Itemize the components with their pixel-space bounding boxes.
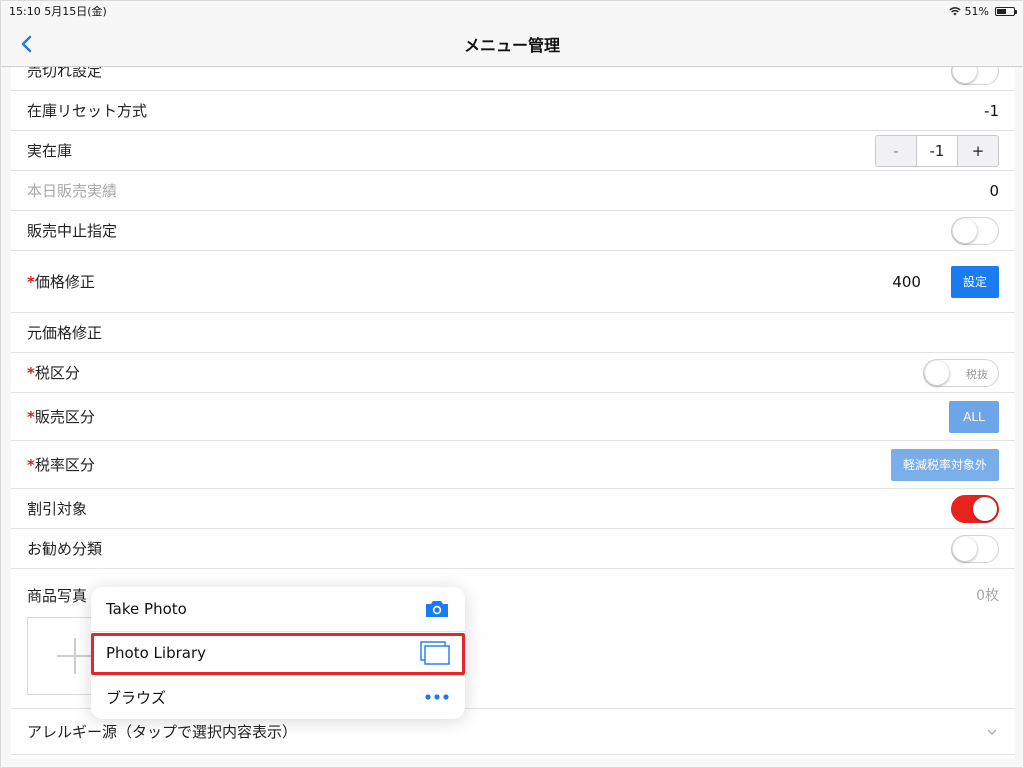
- tax-type-label: 税区分: [34, 364, 80, 382]
- row-label: 売切れ設定: [27, 67, 103, 80]
- row-sales-type: *販売区分 ALL: [11, 393, 1015, 441]
- chevron-down-icon: [987, 729, 997, 735]
- stop-sale-switch[interactable]: [951, 216, 999, 245]
- chevron-left-icon: [21, 35, 31, 53]
- wifi-icon: [948, 7, 961, 16]
- row-label: 割引対象: [27, 500, 88, 518]
- row-label: *販売区分: [27, 406, 949, 427]
- row-stock-reset[interactable]: 在庫リセット方式 -1: [11, 91, 1015, 131]
- price-label: 価格修正: [34, 273, 95, 291]
- row-label: *税率区分: [27, 454, 891, 475]
- status-time-date: 15:10 5月15日(金): [9, 5, 107, 18]
- photo-source-popover: Take Photo Photo Library ブラウズ: [91, 587, 465, 719]
- row-label: 本日販売実績: [27, 182, 118, 200]
- back-button[interactable]: [15, 31, 37, 57]
- row-label: *税区分: [27, 362, 923, 383]
- row-stop-sale: 販売中止指定: [11, 211, 1015, 251]
- required-mark: *: [27, 364, 35, 382]
- option-label: ブラウズ: [106, 688, 167, 707]
- row-label: お勧め分類: [27, 540, 103, 558]
- photo-library-icon: [420, 641, 450, 665]
- row-tax-type: *税区分 税抜: [11, 353, 1015, 393]
- row-discount: 割引対象: [11, 489, 1015, 529]
- discount-switch[interactable]: [951, 494, 999, 523]
- required-mark: *: [27, 273, 35, 291]
- tax-type-switch[interactable]: 税抜: [923, 358, 999, 387]
- row-label: アレルギー源（タップで選択内容表示）: [27, 723, 298, 741]
- stepper-minus-button[interactable]: -: [876, 135, 916, 166]
- row-label: 販売中止指定: [27, 222, 118, 240]
- more-dots-icon: [425, 694, 449, 700]
- take-photo-option[interactable]: Take Photo: [91, 587, 465, 631]
- actual-stock-stepper: - -1 +: [875, 134, 999, 167]
- sales-type-button[interactable]: ALL: [949, 400, 999, 433]
- tax-rate-button[interactable]: 軽減税率対象外: [890, 448, 999, 481]
- recommend-switch[interactable]: [951, 534, 999, 563]
- row-label: 実在庫: [27, 142, 73, 160]
- row-label: 在庫リセット方式: [27, 102, 148, 120]
- plus-icon: [57, 638, 93, 674]
- row-recommend: お勧め分類: [11, 529, 1015, 569]
- row-label: *価格修正: [27, 271, 892, 292]
- option-label: Take Photo: [106, 600, 187, 618]
- tax-type-switch-text: 税抜: [966, 367, 988, 381]
- row-tax-rate: *税率区分 軽減税率対象外: [11, 441, 1015, 489]
- photo-count: 0枚: [976, 588, 999, 604]
- row-label: 元価格修正: [27, 324, 103, 342]
- row-sold-out: 売切れ設定: [11, 67, 1015, 91]
- status-bar: 15:10 5月15日(金) 51%: [1, 1, 1023, 21]
- today-sales-value: 0: [989, 181, 999, 200]
- tax-rate-label: 税率区分: [34, 456, 95, 474]
- app-window: 15:10 5月15日(金) 51% メニュー管理 売切れ設定 在庫リセット方式…: [0, 0, 1024, 768]
- row-price: *価格修正 400 設定: [11, 251, 1015, 313]
- required-mark: *: [27, 456, 35, 474]
- row-original-price[interactable]: 元価格修正: [11, 313, 1015, 353]
- photo-library-option[interactable]: Photo Library: [91, 631, 465, 675]
- stepper-value: -1: [916, 135, 958, 166]
- status-right: 51%: [948, 4, 1017, 18]
- battery-percent: 51%: [964, 4, 989, 18]
- row-actual-stock: 実在庫 - -1 +: [11, 131, 1015, 171]
- price-set-button[interactable]: 設定: [950, 265, 999, 298]
- stepper-plus-button[interactable]: +: [958, 135, 998, 166]
- row-today-sales: 本日販売実績 0: [11, 171, 1015, 211]
- page-title: メニュー管理: [463, 35, 560, 55]
- stock-reset-value: -1: [984, 101, 999, 120]
- option-label: Photo Library: [106, 644, 207, 662]
- camera-icon: [426, 601, 448, 617]
- navigation-bar: メニュー管理: [1, 21, 1023, 67]
- battery-icon: [995, 6, 1017, 16]
- sold-out-switch[interactable]: [951, 67, 999, 85]
- price-value: 400: [892, 272, 921, 291]
- browse-option[interactable]: ブラウズ: [91, 675, 465, 719]
- sales-type-label: 販売区分: [34, 408, 95, 426]
- required-mark: *: [27, 408, 35, 426]
